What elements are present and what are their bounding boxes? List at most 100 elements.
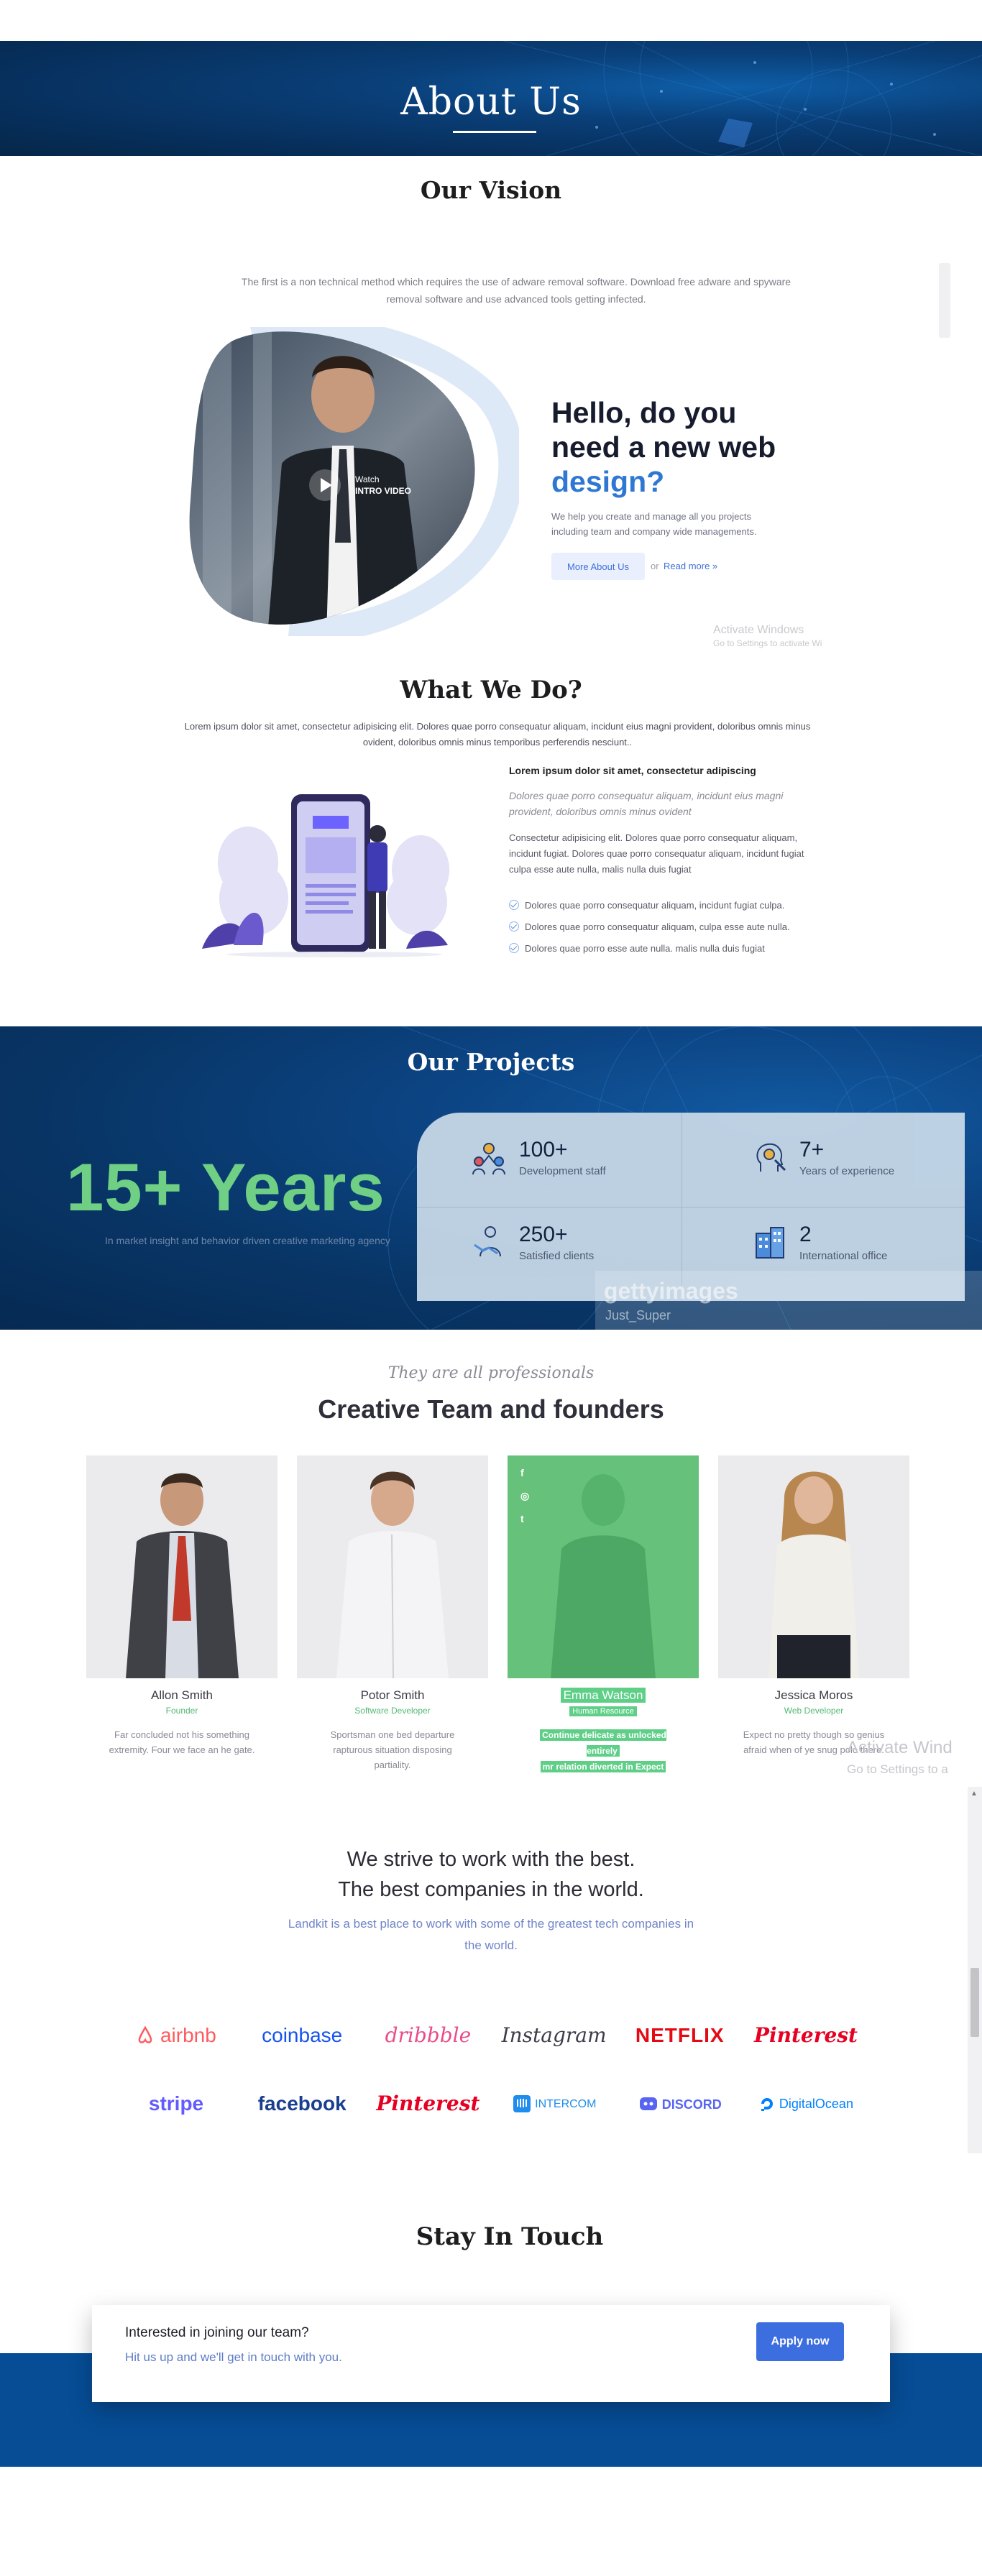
or-text: or <box>651 561 659 571</box>
member-name-text: Emma Watson <box>560 1688 646 1703</box>
member-role: Human Resource <box>508 1706 699 1716</box>
stripe-logo: stripe <box>122 2092 230 2115</box>
watermark-author: Just_Super <box>605 1308 671 1322</box>
member-bio: Sportsman one bed departure rapturous si… <box>330 1729 455 1770</box>
list-item: Dolores quae porro consequatur aliquam, … <box>509 916 790 937</box>
stat-value: 250+ <box>519 1222 568 1246</box>
team-title: Creative Team and founders <box>318 1394 664 1424</box>
stats-divider-horizontal <box>417 1207 965 1208</box>
companies-heading-line: We strive to work with the best. <box>347 1848 635 1871</box>
what-we-do-title: What We Do? <box>400 676 582 704</box>
team-member-card[interactable]: Jessica Moros Web Developer Expect no pr… <box>718 1455 909 1757</box>
list-item-text: Dolores quae porro esse aute nulla. mali… <box>525 942 765 954</box>
stat-satisfied-clients: 250+ Satisfied clients <box>467 1220 594 1264</box>
logo-row: airbnb coinbase dribbble Instagram NETFL… <box>122 2001 860 2069</box>
logo-text: NETFLIX <box>635 2023 725 2046</box>
activate-windows-watermark: Activate Wind Go to Settings to a <box>847 1738 953 1777</box>
member-photo <box>86 1455 277 1678</box>
phone-man-illustration <box>202 794 449 957</box>
discord-icon <box>639 2097 657 2110</box>
page-scrollbar-thumb[interactable] <box>970 1968 979 2037</box>
facebook-logo: facebook <box>248 2092 356 2115</box>
airbnb-logo: airbnb <box>122 2024 230 2047</box>
member-bio: Continue delicate as unlocked entirely m… <box>508 1727 699 1775</box>
what-we-do-list: Dolores quae porro consequatur aliquam, … <box>509 894 790 959</box>
team-kicker: They are all professionals <box>387 1364 595 1382</box>
projects-title: Our Projects <box>407 1048 575 1076</box>
team-member-card[interactable]: Allon Smith Founder Far concluded not hi… <box>86 1455 277 1757</box>
member-photo: f ◎ t <box>508 1455 699 1678</box>
join-question: Interested in joining our team? <box>125 2325 309 2340</box>
member-name: Allon Smith <box>151 1688 213 1702</box>
scroll-up-icon[interactable]: ▲ <box>970 1790 978 1798</box>
digitalocean-icon <box>761 2097 773 2111</box>
brand-triangle-icon <box>718 119 753 147</box>
logo-text: INTERCOM <box>535 2097 597 2110</box>
svg-text:INTRO VIDEO: INTRO VIDEO <box>355 486 411 496</box>
video-thumbnail: Watch INTRO VIDEO <box>189 317 525 643</box>
check-circle-icon <box>509 900 519 910</box>
list-item: Dolores quae porro consequatur aliquam, … <box>509 894 790 916</box>
instagram-logo: Instagram <box>500 2023 608 2047</box>
list-item-text: Dolores quae porro consequatur aliquam, … <box>525 921 790 932</box>
digitalocean-logo: DigitalOcean <box>752 2095 860 2112</box>
logo-row: stripe facebook Pinterest INTERCOM DISCO… <box>122 2069 860 2138</box>
read-more-link[interactable]: Read more » <box>664 561 717 571</box>
airbnb-icon <box>138 2025 152 2043</box>
pinterest-logo: Pinterest <box>374 2092 482 2115</box>
hello-description: We help you create and manage all you pr… <box>551 511 757 537</box>
discord-logo: DISCORD <box>626 2095 734 2112</box>
list-item-text: Dolores quae porro consequatur aliquam, … <box>525 899 785 911</box>
member-role: Web Developer <box>784 1706 844 1716</box>
stat-international-office: 2 International office <box>748 1220 887 1264</box>
stat-value: 7+ <box>799 1137 825 1162</box>
projects-section: Our Projects 15+ Years In market insight… <box>0 1026 982 1330</box>
netflix-logo: NETFLIX <box>626 2024 734 2047</box>
instagram-icon[interactable]: ◎ <box>520 1490 529 1502</box>
stat-development-staff: 100+ Development staff <box>467 1136 606 1179</box>
watermark-brand: gettyimages <box>604 1278 738 1304</box>
activate-title: Activate Wind <box>847 1738 953 1757</box>
list-item: Dolores quae porro esse aute nulla. mali… <box>509 937 790 959</box>
member-bio: Far concluded not his something extremit… <box>109 1729 255 1755</box>
vision-title: Our Vision <box>420 176 562 204</box>
team-icon <box>467 1136 510 1179</box>
more-about-us-button[interactable]: More About Us <box>551 553 645 580</box>
facebook-icon[interactable]: f <box>520 1467 524 1478</box>
logo-text: Instagram <box>501 2023 607 2047</box>
intercom-logo: INTERCOM <box>500 2094 608 2114</box>
member-role-text: Human Resource <box>569 1706 637 1716</box>
hello-line-2: need a new web <box>551 431 776 464</box>
logo-text: DISCORD <box>661 2097 722 2112</box>
companies-heading: We strive to work with the best. The bes… <box>0 1844 982 1905</box>
logo-text: airbnb <box>160 2023 216 2046</box>
dribbble-logo: dribbble <box>374 2023 482 2047</box>
stat-value: 100+ <box>519 1137 568 1162</box>
intercom-icon <box>513 2094 531 2112</box>
intro-video-blob[interactable]: Watch INTRO VIDEO <box>188 317 525 643</box>
title-underline <box>453 131 536 133</box>
inner-scrollbar[interactable] <box>939 263 950 338</box>
activate-sub: Go to Settings to a <box>847 1762 948 1776</box>
hero-banner: About Us <box>0 41 982 156</box>
logo-text: Pinterest <box>376 2092 480 2115</box>
stat-value: 2 <box>799 1222 812 1246</box>
what-we-do-heading: Lorem ipsum dolor sit amet, consectetur … <box>509 765 756 776</box>
twitter-icon[interactable]: t <box>520 1513 524 1524</box>
member-role: Software Developer <box>354 1706 431 1716</box>
check-circle-icon <box>509 943 519 953</box>
logo-text: dribbble <box>385 2023 472 2047</box>
join-subtitle: Hit us up and we'll get in touch with yo… <box>125 2350 342 2364</box>
activate-windows-watermark: Activate Windows Go to Settings to activ… <box>713 624 822 648</box>
what-we-do-italic: Dolores quae porro consequatur aliquam, … <box>509 790 784 817</box>
logo-text: DigitalOcean <box>779 2096 853 2111</box>
logo-text: facebook <box>257 2092 347 2115</box>
team-member-card-active[interactable]: f ◎ t Emma Watson Human Resource Continu… <box>508 1455 699 1775</box>
apply-now-button[interactable]: Apply now <box>756 2322 844 2361</box>
stat-label: Development staff <box>519 1164 606 1177</box>
stat-label: Satisfied clients <box>519 1249 595 1262</box>
team-member-card[interactable]: Potor Smith Software Developer Sportsman… <box>297 1455 488 1772</box>
coinbase-logo: coinbase <box>248 2024 356 2047</box>
member-photo <box>718 1455 909 1678</box>
logo-text: coinbase <box>262 2023 343 2046</box>
